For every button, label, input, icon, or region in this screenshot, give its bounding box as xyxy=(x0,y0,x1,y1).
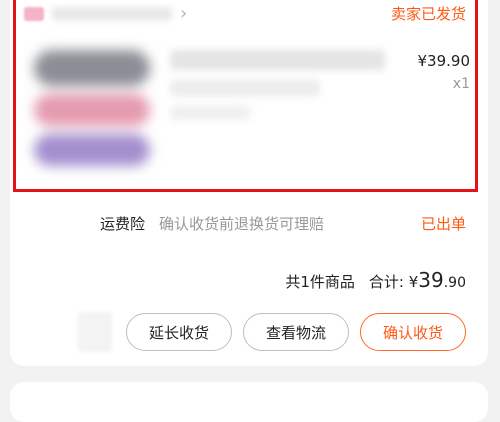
shipping-insurance-row[interactable]: 运费险 确认收货前退换货可理赔 xyxy=(100,213,324,234)
currency-symbol: ¥ xyxy=(408,273,419,291)
total-amount: 合计: ¥39.90 xyxy=(369,268,466,292)
highlight-box xyxy=(13,0,478,192)
next-order-card xyxy=(10,382,488,422)
insurance-description: 确认收货前退换货可理赔 xyxy=(159,215,325,233)
insurance-status: 已出单 xyxy=(420,215,466,233)
more-icon xyxy=(78,312,112,352)
total-integer: 39 xyxy=(418,268,444,292)
total-label: 合计: xyxy=(368,273,404,291)
view-logistics-button[interactable]: 查看物流 xyxy=(243,313,349,351)
confirm-receipt-button[interactable]: 确认收货 xyxy=(360,313,466,351)
total-decimal: .90 xyxy=(443,275,466,291)
order-summary: 共1件商品 合计: ¥39.90 xyxy=(285,268,466,292)
extend-receipt-button[interactable]: 延长收货 xyxy=(126,313,232,351)
insurance-label: 运费险 xyxy=(100,215,146,233)
item-count: 共1件商品 xyxy=(285,273,355,291)
